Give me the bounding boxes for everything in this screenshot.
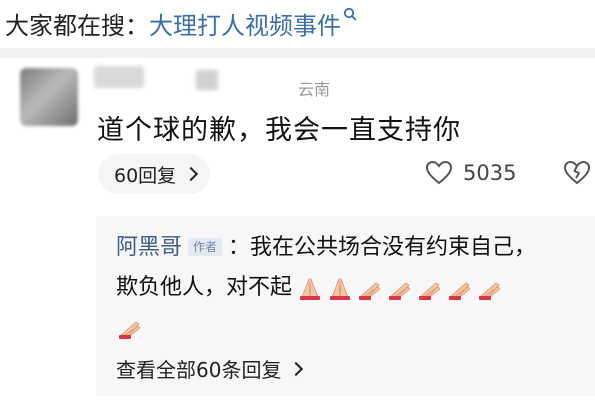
praying-hands-icon [118,321,141,339]
praying-hands-emoji-row [296,275,506,301]
author-reply-line-2: 欺负他人，对不起 [116,272,506,304]
praying-hands-icon [478,282,501,300]
search-icon[interactable] [343,7,357,25]
chevron-right-icon [289,361,304,376]
chevron-right-icon [184,166,199,182]
praying-hands-emoji-row-2 [116,314,146,344]
praying-hands-icon [448,282,471,300]
author-badge: 作者 [188,238,223,256]
like-count: 5035 [463,161,517,185]
trending-label: 大家都在搜： [5,11,149,40]
avatar[interactable] [20,68,78,126]
author-reply-text-1: ：我在公共场合没有约束自己， [228,235,537,260]
section-divider [0,48,595,58]
praying-hands-icon [330,278,351,300]
username-redacted[interactable] [94,66,144,88]
view-all-replies-link[interactable]: 查看全部60条回复 [116,354,304,383]
praying-hands-icon [418,282,441,300]
username-redacted-2 [196,70,218,90]
author-name[interactable]: 阿黑哥 [116,235,182,260]
like-button[interactable]: 5035 [425,160,516,186]
author-reply-line-1: 阿黑哥 作者 ：我在公共场合没有约束自己， [116,232,536,264]
trending-search-bar[interactable]: 大家都在搜： 大理打人视频事件 [5,6,357,40]
praying-hands-icon [358,282,381,300]
reply-count-button[interactable]: 60回复 [98,154,211,194]
comment-text: 道个球的歉，我会一直支持你 [97,115,461,146]
praying-hands-icon [388,282,411,300]
comment-location: 云南 [298,80,331,99]
view-all-replies-label: 查看全部60条回复 [116,358,282,382]
author-reply-text-2: 欺负他人，对不起 [116,275,293,300]
author-reply-panel[interactable]: 阿黑哥 作者 ：我在公共场合没有约束自己， 欺负他人，对不起 查看全部60条回复 [96,216,595,396]
broken-heart-icon[interactable] [563,160,591,186]
heart-outline-icon[interactable] [425,160,453,186]
praying-hands-icon [300,278,321,300]
trending-query-link[interactable]: 大理打人视频事件 [149,6,341,41]
reply-count-label: 60回复 [114,164,177,187]
